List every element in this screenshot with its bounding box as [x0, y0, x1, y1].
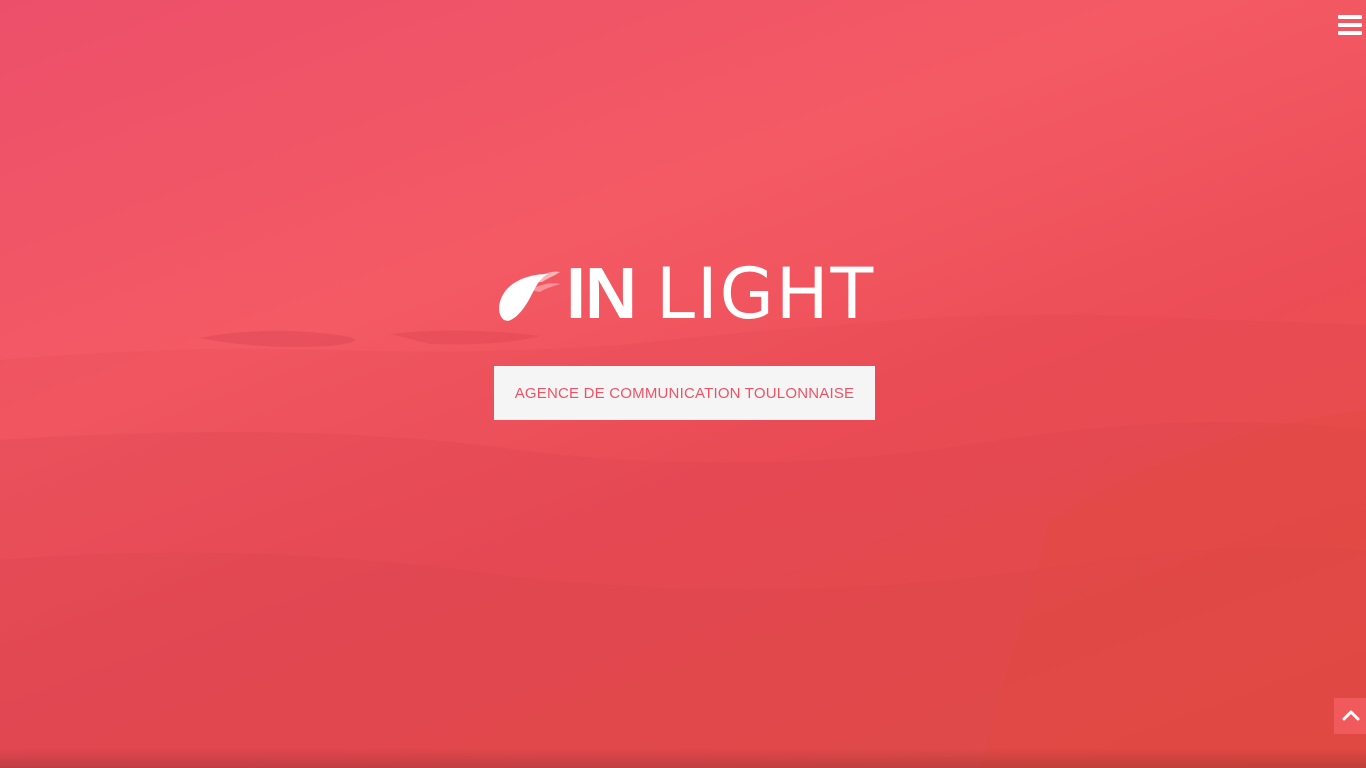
logo-light-text: LIGHT: [656, 253, 876, 335]
flame-swoosh-icon: [499, 271, 560, 321]
inlight-logo[interactable]: IN LIGHT: [494, 253, 876, 335]
tagline-text: AGENCE DE COMMUNICATION TOULONNAISE: [514, 384, 855, 402]
hamburger-menu-icon[interactable]: [1336, 12, 1362, 38]
chevron-up-icon: [1342, 710, 1360, 721]
logo-bold-text: IN: [566, 254, 637, 334]
bottom-shade: [0, 748, 1366, 768]
tagline-box: AGENCE DE COMMUNICATION TOULONNAISE: [494, 366, 875, 420]
scroll-to-top-button[interactable]: [1334, 698, 1366, 734]
